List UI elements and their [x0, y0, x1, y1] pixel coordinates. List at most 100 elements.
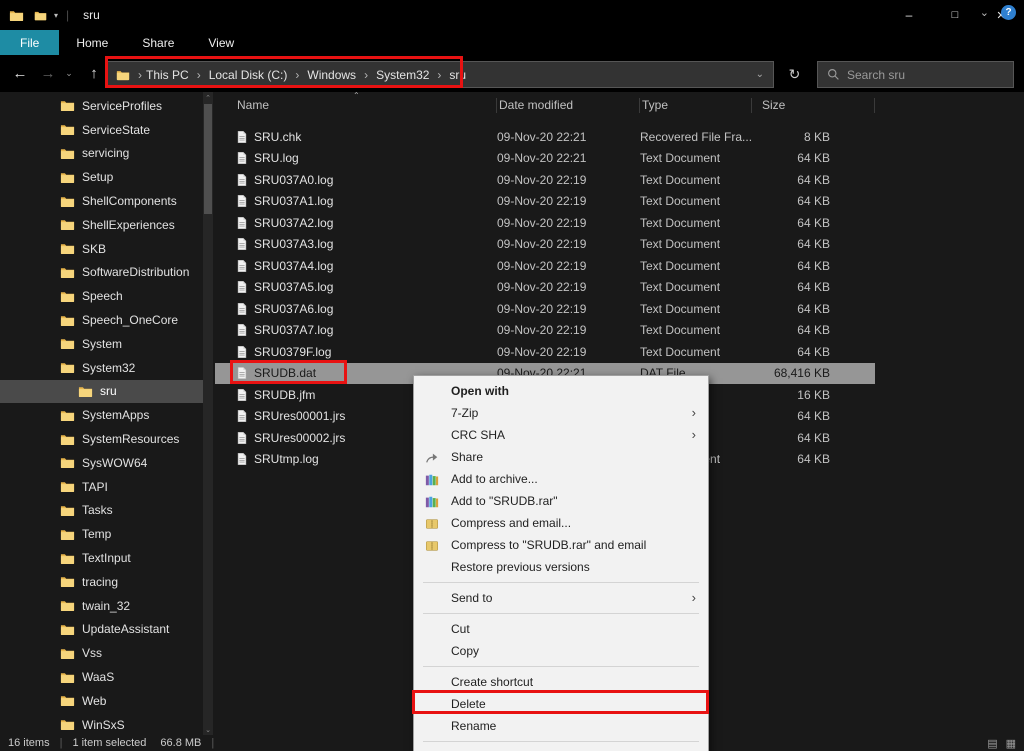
search-box[interactable]	[817, 61, 1014, 88]
context-menu-item[interactable]: Share	[414, 446, 708, 468]
sidebar-item[interactable]: SKB	[0, 237, 203, 261]
breadcrumb-item[interactable]: Windows	[307, 68, 376, 82]
ribbon-expand-chevron-icon[interactable]	[980, 6, 989, 19]
breadcrumb-item[interactable]: This PC	[146, 68, 209, 82]
context-menu-item-label: 7-Zip	[451, 406, 478, 420]
file-icon	[235, 409, 249, 423]
table-row[interactable]: SRU037A2.log 09-Nov-20 22:19 Text Docume…	[215, 212, 875, 234]
sidebar-item[interactable]: WinSxS	[0, 713, 203, 735]
column-header-type[interactable]: Type	[640, 98, 752, 113]
maximize-button[interactable]	[932, 0, 978, 30]
breadcrumb-item[interactable]: System32	[376, 68, 449, 82]
context-menu-item[interactable]: Rename	[414, 715, 708, 737]
address-dropdown-chevron-icon[interactable]	[756, 69, 764, 80]
context-menu-item[interactable]: Compress and email...	[414, 512, 708, 534]
window-title: sru	[83, 8, 100, 22]
context-menu-item[interactable]: Cut	[414, 618, 708, 640]
ribbon-tab[interactable]: Home	[59, 30, 125, 55]
minimize-button[interactable]	[886, 0, 932, 30]
refresh-button[interactable]	[781, 61, 808, 88]
quick-access-folder-icon[interactable]	[34, 9, 47, 22]
column-header-date[interactable]: Date modified	[497, 98, 640, 113]
up-button[interactable]	[82, 61, 106, 85]
sidebar-item[interactable]: SoftwareDistribution	[0, 261, 203, 285]
sidebar-item[interactable]: SystemResources	[0, 427, 203, 451]
table-row[interactable]: SRU037A6.log 09-Nov-20 22:19 Text Docume…	[215, 298, 875, 320]
quick-access-chevron-icon[interactable]	[54, 11, 58, 20]
thumbnail-view-icon[interactable]	[1006, 737, 1016, 750]
ribbon-tab[interactable]: File	[0, 30, 59, 55]
help-icon[interactable]	[1001, 5, 1016, 20]
context-menu-item[interactable]: Create shortcut	[414, 671, 708, 693]
context-menu-item[interactable]: Add to "SRUDB.rar"	[414, 490, 708, 512]
context-menu-item[interactable]: Copy	[414, 640, 708, 662]
sidebar-item[interactable]: ShellExperiences	[0, 213, 203, 237]
search-input[interactable]	[847, 68, 1013, 82]
table-row[interactable]: SRU037A1.log 09-Nov-20 22:19 Text Docume…	[215, 191, 875, 213]
folder-icon	[60, 217, 75, 232]
sidebar-item[interactable]: WaaS	[0, 665, 203, 689]
sidebar-item[interactable]: Speech_OneCore	[0, 308, 203, 332]
ribbon-tab[interactable]: View	[191, 30, 251, 55]
file-date: 09-Nov-20 22:19	[497, 237, 640, 251]
sidebar-item[interactable]: TextInput	[0, 546, 203, 570]
sidebar-item[interactable]: TAPI	[0, 475, 203, 499]
address-bar[interactable]: This PC Local Disk (C:) Windows System32	[107, 61, 774, 88]
context-menu-item-label: Cut	[451, 622, 470, 636]
sidebar-item[interactable]: ServiceProfiles	[0, 94, 203, 118]
sidebar-item[interactable]: SystemApps	[0, 403, 203, 427]
ribbon-tab[interactable]: Share	[125, 30, 191, 55]
table-row[interactable]: SRU.log 09-Nov-20 22:21 Text Document 64…	[215, 148, 875, 170]
recent-locations-chevron-icon[interactable]	[62, 61, 76, 85]
context-menu-item[interactable]: Restore previous versions	[414, 556, 708, 578]
forward-button[interactable]	[36, 61, 60, 85]
details-view-icon[interactable]	[987, 737, 997, 750]
sidebar-item[interactable]: twain_32	[0, 594, 203, 618]
breadcrumb-item[interactable]: Local Disk (C:)	[209, 68, 308, 82]
sidebar-item-label: Temp	[82, 527, 111, 541]
sidebar-item[interactable]: System32	[0, 356, 203, 380]
breadcrumb-item[interactable]: sru	[449, 68, 466, 82]
sidebar-item[interactable]: servicing	[0, 142, 203, 166]
context-menu-item[interactable]: Properties	[414, 746, 708, 751]
sidebar-item[interactable]: ShellComponents	[0, 189, 203, 213]
context-menu-item[interactable]: Send to	[414, 587, 708, 609]
sidebar-item[interactable]: Vss	[0, 641, 203, 665]
table-row[interactable]: SRU037A3.log 09-Nov-20 22:19 Text Docume…	[215, 234, 875, 256]
table-row[interactable]: SRU037A4.log 09-Nov-20 22:19 Text Docume…	[215, 255, 875, 277]
column-header-size[interactable]: Size	[752, 98, 875, 113]
table-row[interactable]: SRU037A5.log 09-Nov-20 22:19 Text Docume…	[215, 277, 875, 299]
selection-status: 1 item selected	[72, 737, 146, 749]
back-button[interactable]	[8, 61, 32, 85]
sidebar-item[interactable]: ServiceState	[0, 118, 203, 142]
sidebar-item[interactable]: tracing	[0, 570, 203, 594]
context-menu-item[interactable]: CRC SHA	[414, 424, 708, 446]
sidebar-item[interactable]: Speech	[0, 284, 203, 308]
context-menu-item[interactable]: Compress to "SRUDB.rar" and email	[414, 534, 708, 556]
sidebar-item[interactable]: Tasks	[0, 499, 203, 523]
context-menu-item[interactable]: Add to archive...	[414, 468, 708, 490]
table-row[interactable]: SRU0379F.log 09-Nov-20 22:19 Text Docume…	[215, 341, 875, 363]
scroll-down-icon[interactable]	[203, 724, 213, 735]
breadcrumb-chevron-icon	[138, 68, 142, 82]
sidebar-item[interactable]: System	[0, 332, 203, 356]
table-row[interactable]: SRU037A0.log 09-Nov-20 22:19 Text Docume…	[215, 169, 875, 191]
sidebar-scrollbar[interactable]	[203, 92, 213, 735]
table-row[interactable]: SRU037A7.log 09-Nov-20 22:19 Text Docume…	[215, 320, 875, 342]
folder-icon	[60, 622, 75, 637]
sidebar-item[interactable]: Web	[0, 689, 203, 713]
sidebar-item[interactable]: sru	[0, 380, 203, 404]
context-menu-item[interactable]: 7-Zip	[414, 402, 708, 424]
context-menu-item[interactable]: Open with	[414, 380, 708, 402]
sidebar-item[interactable]: Setup	[0, 165, 203, 189]
sidebar-item[interactable]: SysWOW64	[0, 451, 203, 475]
scrollbar-thumb[interactable]	[204, 104, 212, 214]
column-header-name[interactable]: Name	[235, 98, 497, 113]
sidebar-item[interactable]: UpdateAssistant	[0, 618, 203, 642]
scroll-up-icon[interactable]	[203, 92, 213, 103]
sidebar-item[interactable]: Temp	[0, 522, 203, 546]
context-menu-item-label: Restore previous versions	[451, 560, 590, 574]
context-menu-item[interactable]: Delete	[414, 693, 708, 715]
table-row[interactable]: SRU.chk 09-Nov-20 22:21 Recovered File F…	[215, 126, 875, 148]
file-name: SRUtmp.log	[254, 452, 319, 466]
